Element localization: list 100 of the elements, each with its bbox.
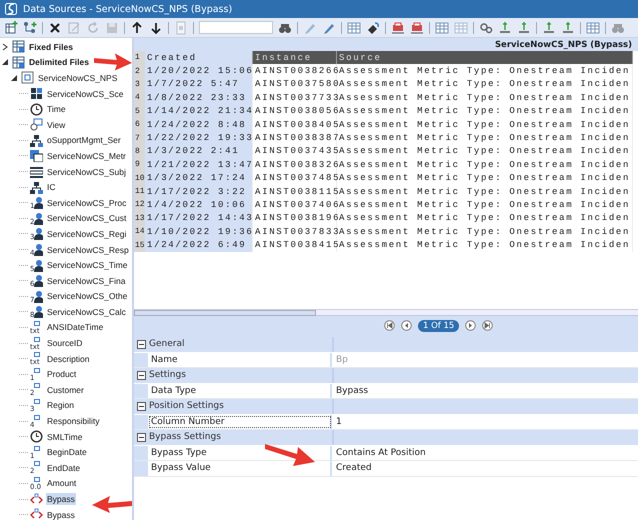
tree-item[interactable]: ServiceNowCS_Proc	[46, 196, 128, 209]
tree-item[interactable]: ServiceNowCS_Fina	[46, 274, 126, 287]
tree-item[interactable]: BeginDate	[46, 446, 88, 458]
row-number: 15	[134, 238, 145, 252]
grid-plus-icon[interactable]	[4, 20, 18, 34]
tree-item[interactable]: Bypass	[46, 493, 76, 506]
field-icon	[34, 461, 40, 466]
tree-item[interactable]: ServiceNowCS_Cust	[46, 212, 128, 224]
grid-icon[interactable]	[347, 20, 361, 34]
last-page-icon[interactable]	[482, 320, 494, 331]
category-row[interactable]: General	[134, 337, 638, 352]
table-cell: Assessment Metric Type: Onestream Inciden	[337, 212, 633, 226]
row-number: 5	[134, 104, 145, 118]
property-value[interactable]: 1	[332, 414, 342, 429]
table-cell: AINST0038326	[253, 158, 337, 172]
collapsed-icon[interactable]	[1, 42, 9, 51]
annotation-arrow	[94, 51, 132, 71]
property-value[interactable]: Contains At Position	[332, 446, 426, 460]
tree-item[interactable]: Responsibility	[46, 415, 100, 428]
field-icon	[34, 446, 40, 451]
tree-item[interactable]: Amount	[46, 477, 78, 490]
table-cell: Assessment Metric Type: Onestream Inciden	[337, 78, 633, 92]
delete-icon[interactable]	[48, 20, 62, 34]
tree-item[interactable]: ANSIDateTime	[46, 321, 104, 334]
tree-item[interactable]: Product	[46, 368, 78, 380]
row-number: 10	[134, 172, 145, 185]
grid-icon[interactable]	[586, 20, 600, 34]
table-cell: Assessment Metric Type: Onestream Inciden	[337, 144, 633, 158]
tree-item[interactable]: oSupportMgmt_Ser	[46, 134, 122, 146]
clock-icon	[30, 102, 43, 116]
table-cell: 1/8/2022 23:33	[145, 91, 253, 105]
tree-item[interactable]: ServiceNowCS_Time	[46, 259, 128, 272]
code-icon	[30, 492, 43, 506]
tree-item[interactable]: Time	[46, 103, 67, 116]
table-cell: Assessment Metric Type: Onestream Inciden	[337, 172, 633, 185]
gears-icon[interactable]	[479, 20, 493, 34]
field-icon	[34, 398, 40, 404]
table-icon	[12, 40, 25, 54]
property-value[interactable]: Bypass	[332, 384, 368, 398]
tree-item[interactable]: SourceID	[46, 337, 84, 350]
table-cell: AINST0038266	[253, 64, 337, 78]
tree-item[interactable]: SMLTime	[46, 430, 84, 443]
arrow-up-icon[interactable]	[130, 20, 144, 34]
node-icon	[21, 71, 34, 84]
property-value[interactable]: Created	[332, 461, 372, 476]
table-cell: Assessment Metric Type: Onestream Inciden	[337, 184, 633, 198]
collapse-icon[interactable]	[137, 370, 146, 380]
tree-item[interactable]: ServiceNowCS_Sce	[46, 88, 125, 100]
table-cell: AINST0037435	[253, 144, 337, 158]
tree-item[interactable]: ServiceNowCS_Othe	[46, 290, 128, 302]
tree-item[interactable]: Bypass	[46, 508, 76, 520]
tree-item[interactable]: Description	[46, 352, 91, 365]
tree-item[interactable]: ServiceNowCS_Regi	[46, 228, 128, 240]
panel-title: ServiceNowCS_NPS (Bypass)	[494, 40, 632, 50]
category-row[interactable]: Bypass Settings	[134, 430, 638, 446]
text-field[interactable]	[199, 21, 273, 34]
row-number: 6	[134, 118, 145, 132]
tree-item[interactable]: ServiceNowCS_Subj	[46, 166, 127, 178]
category-label: General	[149, 339, 186, 350]
tree-item[interactable]: View	[46, 118, 66, 131]
previous-page-icon[interactable]	[401, 320, 412, 331]
table-cell: 1/21/2022 13:47	[145, 158, 253, 172]
tree-item[interactable]: EndDate	[46, 462, 82, 474]
collapse-icon[interactable]	[137, 402, 146, 411]
column-header[interactable]: Created	[145, 51, 253, 64]
category-row[interactable]: Position Settings	[134, 399, 638, 414]
tree-item[interactable]: Fixed Files	[28, 40, 74, 53]
tree-item[interactable]: IC	[46, 181, 56, 194]
field-icon	[34, 476, 40, 482]
table-cell: AINST0038196	[253, 212, 337, 226]
tree-item[interactable]: ServiceNowCS_Calc	[46, 306, 127, 318]
category-row[interactable]: Settings	[134, 368, 638, 384]
table-cell: Assessment Metric Type: Onestream Inciden	[337, 104, 633, 118]
arrow-down-icon[interactable]	[149, 20, 163, 34]
window-title: Data Sources - ServiceNowCS_NPS (Bypass)	[23, 4, 232, 14]
column-header[interactable]: Instance	[253, 51, 337, 64]
grid-icon[interactable]	[435, 20, 449, 34]
column-header[interactable]: Source	[337, 51, 633, 64]
scrollbar[interactable]	[134, 309, 638, 315]
expanded-icon[interactable]	[1, 58, 9, 66]
tree-item[interactable]: Customer	[46, 384, 85, 396]
tree-item[interactable]: ServiceNowCS_Resp	[46, 244, 130, 256]
paint-bucket-icon[interactable]	[366, 20, 380, 34]
node-icon	[30, 165, 43, 178]
expanded-icon[interactable]	[10, 74, 18, 82]
tree-item[interactable]: ServiceNowCS_NPS	[37, 72, 118, 84]
branch-icon[interactable]	[23, 20, 37, 34]
tree-item[interactable]: Delimited Files	[28, 56, 90, 68]
group-icon[interactable]	[391, 20, 405, 34]
group-icon[interactable]	[410, 20, 424, 34]
row-number: 11	[134, 184, 145, 198]
collapse-icon[interactable]	[137, 432, 146, 442]
table-cell: Assessment Metric Type: Onestream Inciden	[337, 131, 633, 145]
collapse-icon[interactable]	[137, 340, 146, 349]
row-number: 4	[134, 91, 145, 105]
tree-item[interactable]: ServiceNowCS_Metr	[46, 150, 127, 162]
tree-item[interactable]: Region	[46, 399, 75, 412]
next-page-icon[interactable]	[465, 320, 476, 331]
first-page-icon[interactable]	[384, 320, 395, 331]
table-cell: Assessment Metric Type: Onestream Inciden	[337, 198, 633, 212]
